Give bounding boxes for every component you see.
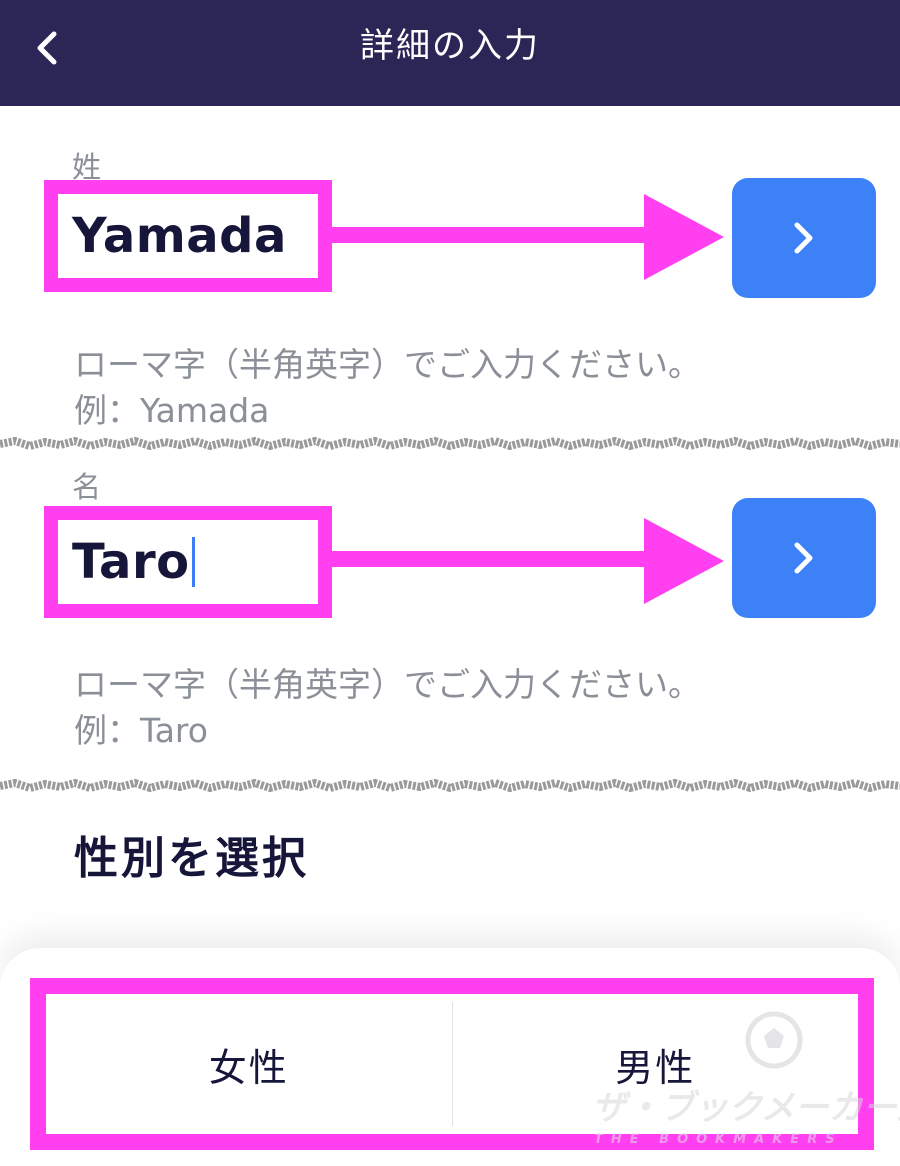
first-name-example: 例：Taro — [74, 711, 208, 750]
first-name-input[interactable]: Taro — [44, 506, 332, 618]
text-caret — [191, 537, 195, 587]
last-name-input[interactable]: Yamada — [44, 180, 332, 292]
first-name-label: 名 — [72, 470, 102, 504]
first-name-hint-text: ローマ字（半角英字）でご入力ください。 — [74, 665, 701, 704]
chevron-left-icon — [37, 31, 57, 65]
first-name-value: Taro — [72, 534, 190, 590]
annotation-arrow — [328, 194, 724, 280]
gender-section-title: 性別を選択 — [74, 833, 309, 884]
section-divider — [0, 436, 900, 451]
first-name-hint: ローマ字（半角英字）でご入力ください。 例：Taro — [74, 662, 701, 754]
chevron-right-icon — [794, 222, 813, 254]
last-name-value: Yamada — [72, 208, 287, 264]
page-title: 詳細の入力 — [360, 26, 540, 66]
last-name-next-button[interactable] — [732, 178, 876, 298]
gender-option-female[interactable]: 女性 — [46, 994, 452, 1134]
annotation-arrow — [328, 518, 724, 604]
first-name-next-button[interactable] — [732, 498, 876, 618]
last-name-hint-text: ローマ字（半角英字）でご入力ください。 — [74, 345, 701, 384]
gender-selector: 女性 男性 — [30, 978, 874, 1150]
app-header: 詳細の入力 — [0, 0, 900, 106]
chevron-right-icon — [794, 542, 813, 574]
section-divider — [0, 778, 900, 793]
gender-option-male[interactable]: 男性 — [453, 994, 859, 1134]
back-button[interactable] — [22, 24, 72, 72]
last-name-example: 例：Yamada — [74, 391, 270, 430]
last-name-hint: ローマ字（半角英字）でご入力ください。 例：Yamada — [74, 342, 701, 434]
